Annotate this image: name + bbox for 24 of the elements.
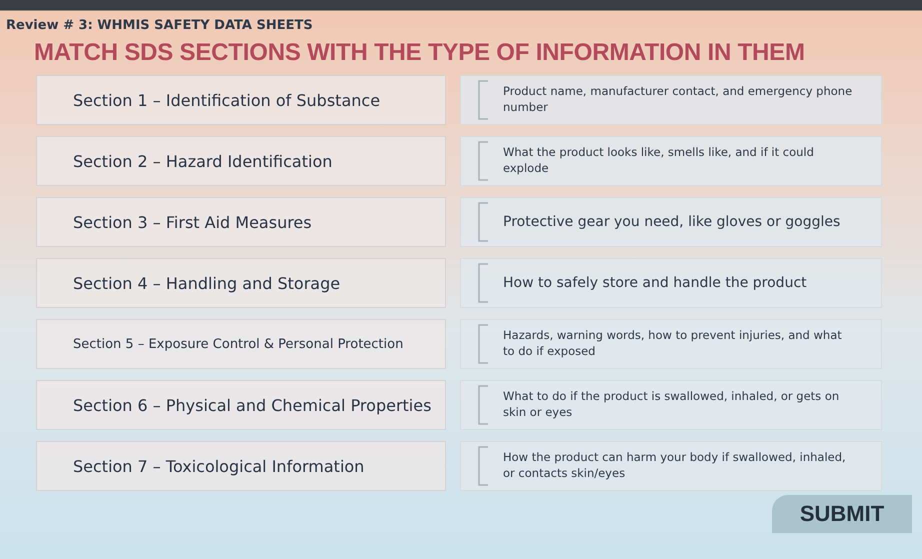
bracket-icon xyxy=(477,263,489,303)
answer-card[interactable]: How the product can harm your body if swallowed, inhaled, or contacts skin/eyes xyxy=(460,441,882,491)
section-card[interactable]: Section 4 – Handling and Storage xyxy=(36,258,446,308)
bracket-icon xyxy=(477,324,489,364)
bracket-icon xyxy=(477,80,489,120)
subtitle: Review # 3: WHMIS SAFETY DATA SHEETS xyxy=(6,18,314,33)
submit-button[interactable]: SUBMIT xyxy=(772,495,912,533)
bracket-icon xyxy=(477,385,489,425)
answer-card[interactable]: How to safely store and handle the product xyxy=(460,258,882,308)
bracket-icon xyxy=(477,141,489,181)
section-card[interactable]: Section 6 – Physical and Chemical Properties xyxy=(36,380,446,430)
answer-card[interactable]: What the product looks like, smells like, and if it could explode xyxy=(460,136,882,186)
bracket-icon xyxy=(477,446,489,486)
section-card[interactable]: Section 1 – Identification of Substance xyxy=(36,75,446,125)
section-card[interactable]: Section 7 – Toxicological Information xyxy=(36,441,446,491)
answer-card[interactable]: What to do if the product is swallowed, inhaled, or gets on skin or eyes xyxy=(460,380,882,430)
section-card[interactable]: Section 5 – Exposure Control & Personal Protection xyxy=(36,319,446,369)
section-card[interactable]: Section 3 – First Aid Measures xyxy=(36,197,446,247)
bracket-icon xyxy=(477,202,489,242)
answer-card[interactable]: Product name, manufacturer contact, and emergency phone number xyxy=(460,75,882,125)
section-card[interactable]: Section 2 – Hazard Identification xyxy=(36,136,446,186)
answer-card[interactable]: Hazards, warning words, how to prevent injuries, and what to do if exposed xyxy=(460,319,882,369)
answer-card[interactable]: Protective gear you need, like gloves or goggles xyxy=(460,197,882,247)
title: MATCH SDS SECTIONS WITH THE TYPE OF INFORMATION IN THEM xyxy=(34,39,806,67)
